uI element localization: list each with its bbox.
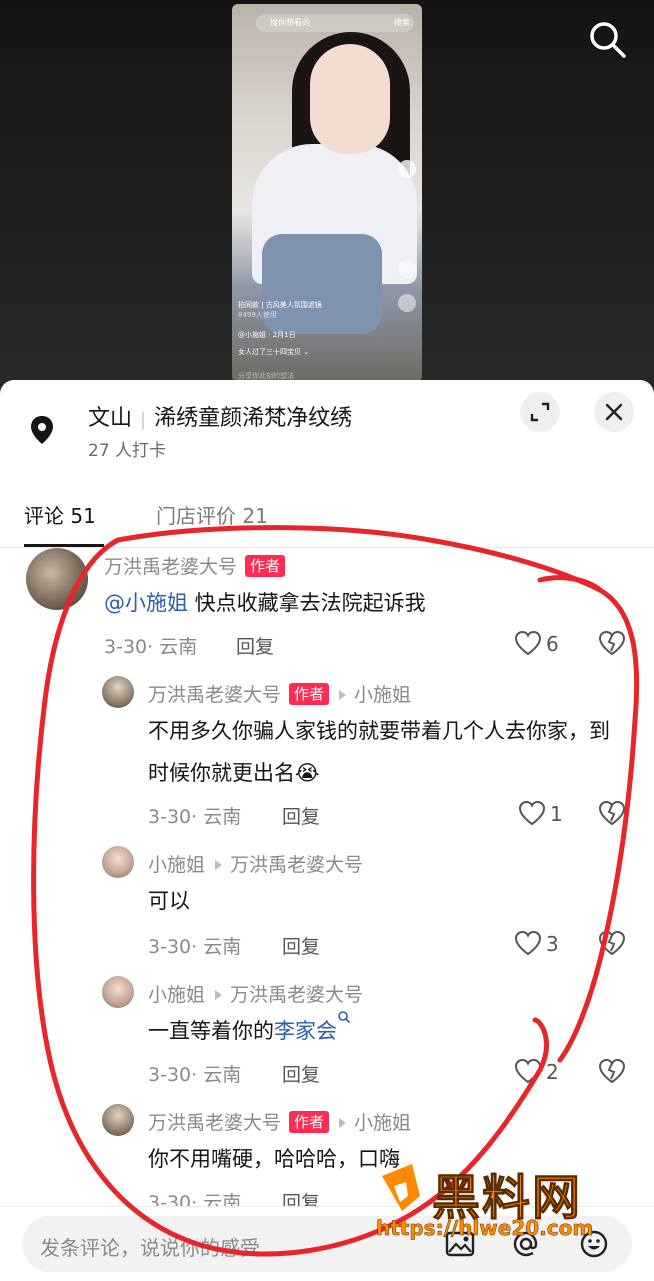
comment-body: 快点收藏拿去法院起诉我 (188, 591, 426, 615)
like-heart-icon[interactable] (514, 630, 542, 656)
video-caption: 女人过了三十四宝贝 ⌄ (238, 348, 310, 356)
comment-text: 你不用嘴硬，哈哈哈，口嗨 (148, 1147, 400, 1171)
username-text: 小施姐 (148, 984, 206, 1006)
comment-body: 一直等着你的 (148, 1019, 274, 1043)
video-figure-face (310, 44, 390, 154)
tab-store-reviews[interactable]: 门店评价 21 (156, 500, 268, 529)
video-author[interactable]: @小施姐 · 2月1日 (238, 330, 296, 340)
video-product-tag[interactable]: 拍同款 | 古风美人氛围滤镜 (238, 300, 322, 310)
avatar[interactable] (102, 676, 134, 708)
video-favorite-icon[interactable] (398, 260, 416, 278)
comment-meta: 3-30· 云南 (148, 1064, 242, 1086)
expand-icon (530, 402, 550, 422)
comment-username[interactable]: 万洪禹老婆大号 作者 小施姐 (148, 680, 411, 707)
title-separator: | (140, 409, 147, 430)
reply-to-username[interactable]: 小施姐 (354, 1112, 411, 1134)
comment-text: 不用多久你骗人家钱的就要带着几个人去你家，到时候你就更出名😭 (148, 719, 610, 785)
dislike-broken-heart-icon[interactable] (598, 1058, 626, 1084)
reply-to-username[interactable]: 万洪禹老婆大号 (230, 984, 363, 1006)
username-text: 小施姐 (148, 854, 206, 876)
avatar[interactable] (102, 846, 134, 878)
close-icon (605, 403, 623, 421)
location-city: 文山 (88, 406, 133, 431)
like-heart-icon[interactable] (518, 800, 546, 826)
mention-link[interactable]: @小施姐 (104, 591, 188, 615)
checkin-count: 27 人打卡 (88, 441, 167, 461)
search-link[interactable]: 李家会 (274, 1019, 337, 1043)
like-count: 3 (546, 932, 559, 956)
reply-to-username[interactable]: 万洪禹老婆大号 (230, 854, 363, 876)
reply-to-username[interactable]: 小施姐 (354, 684, 411, 706)
like-heart-icon[interactable] (514, 930, 542, 956)
avatar[interactable] (102, 976, 134, 1008)
close-button[interactable] (594, 392, 634, 432)
dislike-broken-heart-icon[interactable] (598, 930, 626, 956)
reply-button[interactable]: 回复 (236, 632, 274, 659)
comment-meta: 3-30· 云南 (148, 936, 242, 958)
reply-arrow-icon (215, 989, 223, 1000)
comment-meta: 3-30· 云南 (148, 806, 242, 828)
author-badge: 作者 (289, 683, 330, 705)
video-product-count: 8499人使用 (238, 311, 277, 319)
reply-button[interactable]: 回复 (282, 932, 320, 959)
tab-divider (0, 547, 654, 548)
video-search-button[interactable]: 搜索 (394, 17, 410, 28)
like-count: 6 (546, 632, 559, 656)
comment-username[interactable]: 万洪禹老婆大号 作者 小施姐 (148, 1108, 411, 1135)
reply-arrow-icon (339, 689, 347, 700)
video-search-placeholder: 搜你想看的 (270, 18, 310, 27)
like-count: 2 (546, 1060, 559, 1084)
search-icon[interactable] (586, 18, 630, 62)
location-pin-icon (31, 416, 53, 444)
comment-meta: 3-30· 云南 (104, 636, 198, 658)
author-badge: 作者 (289, 1111, 330, 1133)
expand-button[interactable] (520, 392, 560, 432)
video-search-bar[interactable]: 搜你想看的 搜索 (256, 14, 414, 32)
reply-button[interactable]: 回复 (282, 802, 320, 829)
avatar[interactable] (26, 548, 88, 610)
comment-input-placeholder: 发条评论，说说你的感受 (40, 1236, 260, 1260)
video-share-icon[interactable] (398, 294, 416, 312)
dislike-broken-heart-icon[interactable] (598, 800, 626, 826)
search-link-icon (338, 1011, 351, 1024)
video-author-avatar[interactable] (398, 160, 416, 178)
comment-text: @小施姐 快点收藏拿去法院起诉我 (104, 582, 426, 624)
watermark-url: https://hlwe20.com (376, 1216, 594, 1241)
reply-arrow-icon (215, 859, 223, 870)
username-text: 万洪禹老婆大号 (148, 1112, 282, 1134)
dislike-broken-heart-icon[interactable] (598, 630, 626, 656)
comment-username[interactable]: 小施姐 万洪禹老婆大号 (148, 980, 363, 1007)
comment-text: 一直等着你的李家会 (148, 1010, 351, 1052)
like-count: 1 (550, 802, 563, 826)
video-figure-jeans (262, 234, 382, 334)
username-text: 万洪禹老婆大号 (148, 684, 282, 706)
like-heart-icon[interactable] (514, 1058, 542, 1084)
username-text: 万洪禹老婆大号 (104, 556, 238, 578)
video-preview[interactable]: 搜你想看的 搜索 拍同款 | 古风美人氛围滤镜 8499人使用 @小施姐 · 2… (232, 4, 422, 382)
reply-arrow-icon (339, 1117, 347, 1128)
location-shop: 浠绣童颜浠梵净纹绣 (154, 406, 353, 431)
comment-username[interactable]: 小施姐 万洪禹老婆大号 (148, 850, 363, 877)
author-badge: 作者 (245, 555, 286, 577)
comment-text: 可以 (148, 889, 190, 913)
reply-button[interactable]: 回复 (282, 1060, 320, 1087)
location-title[interactable]: 文山 | 浠绣童颜浠梵净纹绣 (88, 400, 352, 432)
avatar[interactable] (102, 1104, 134, 1136)
tab-comments[interactable]: 评论 51 (24, 500, 96, 529)
comment-username[interactable]: 万洪禹老婆大号 作者 (104, 552, 286, 579)
